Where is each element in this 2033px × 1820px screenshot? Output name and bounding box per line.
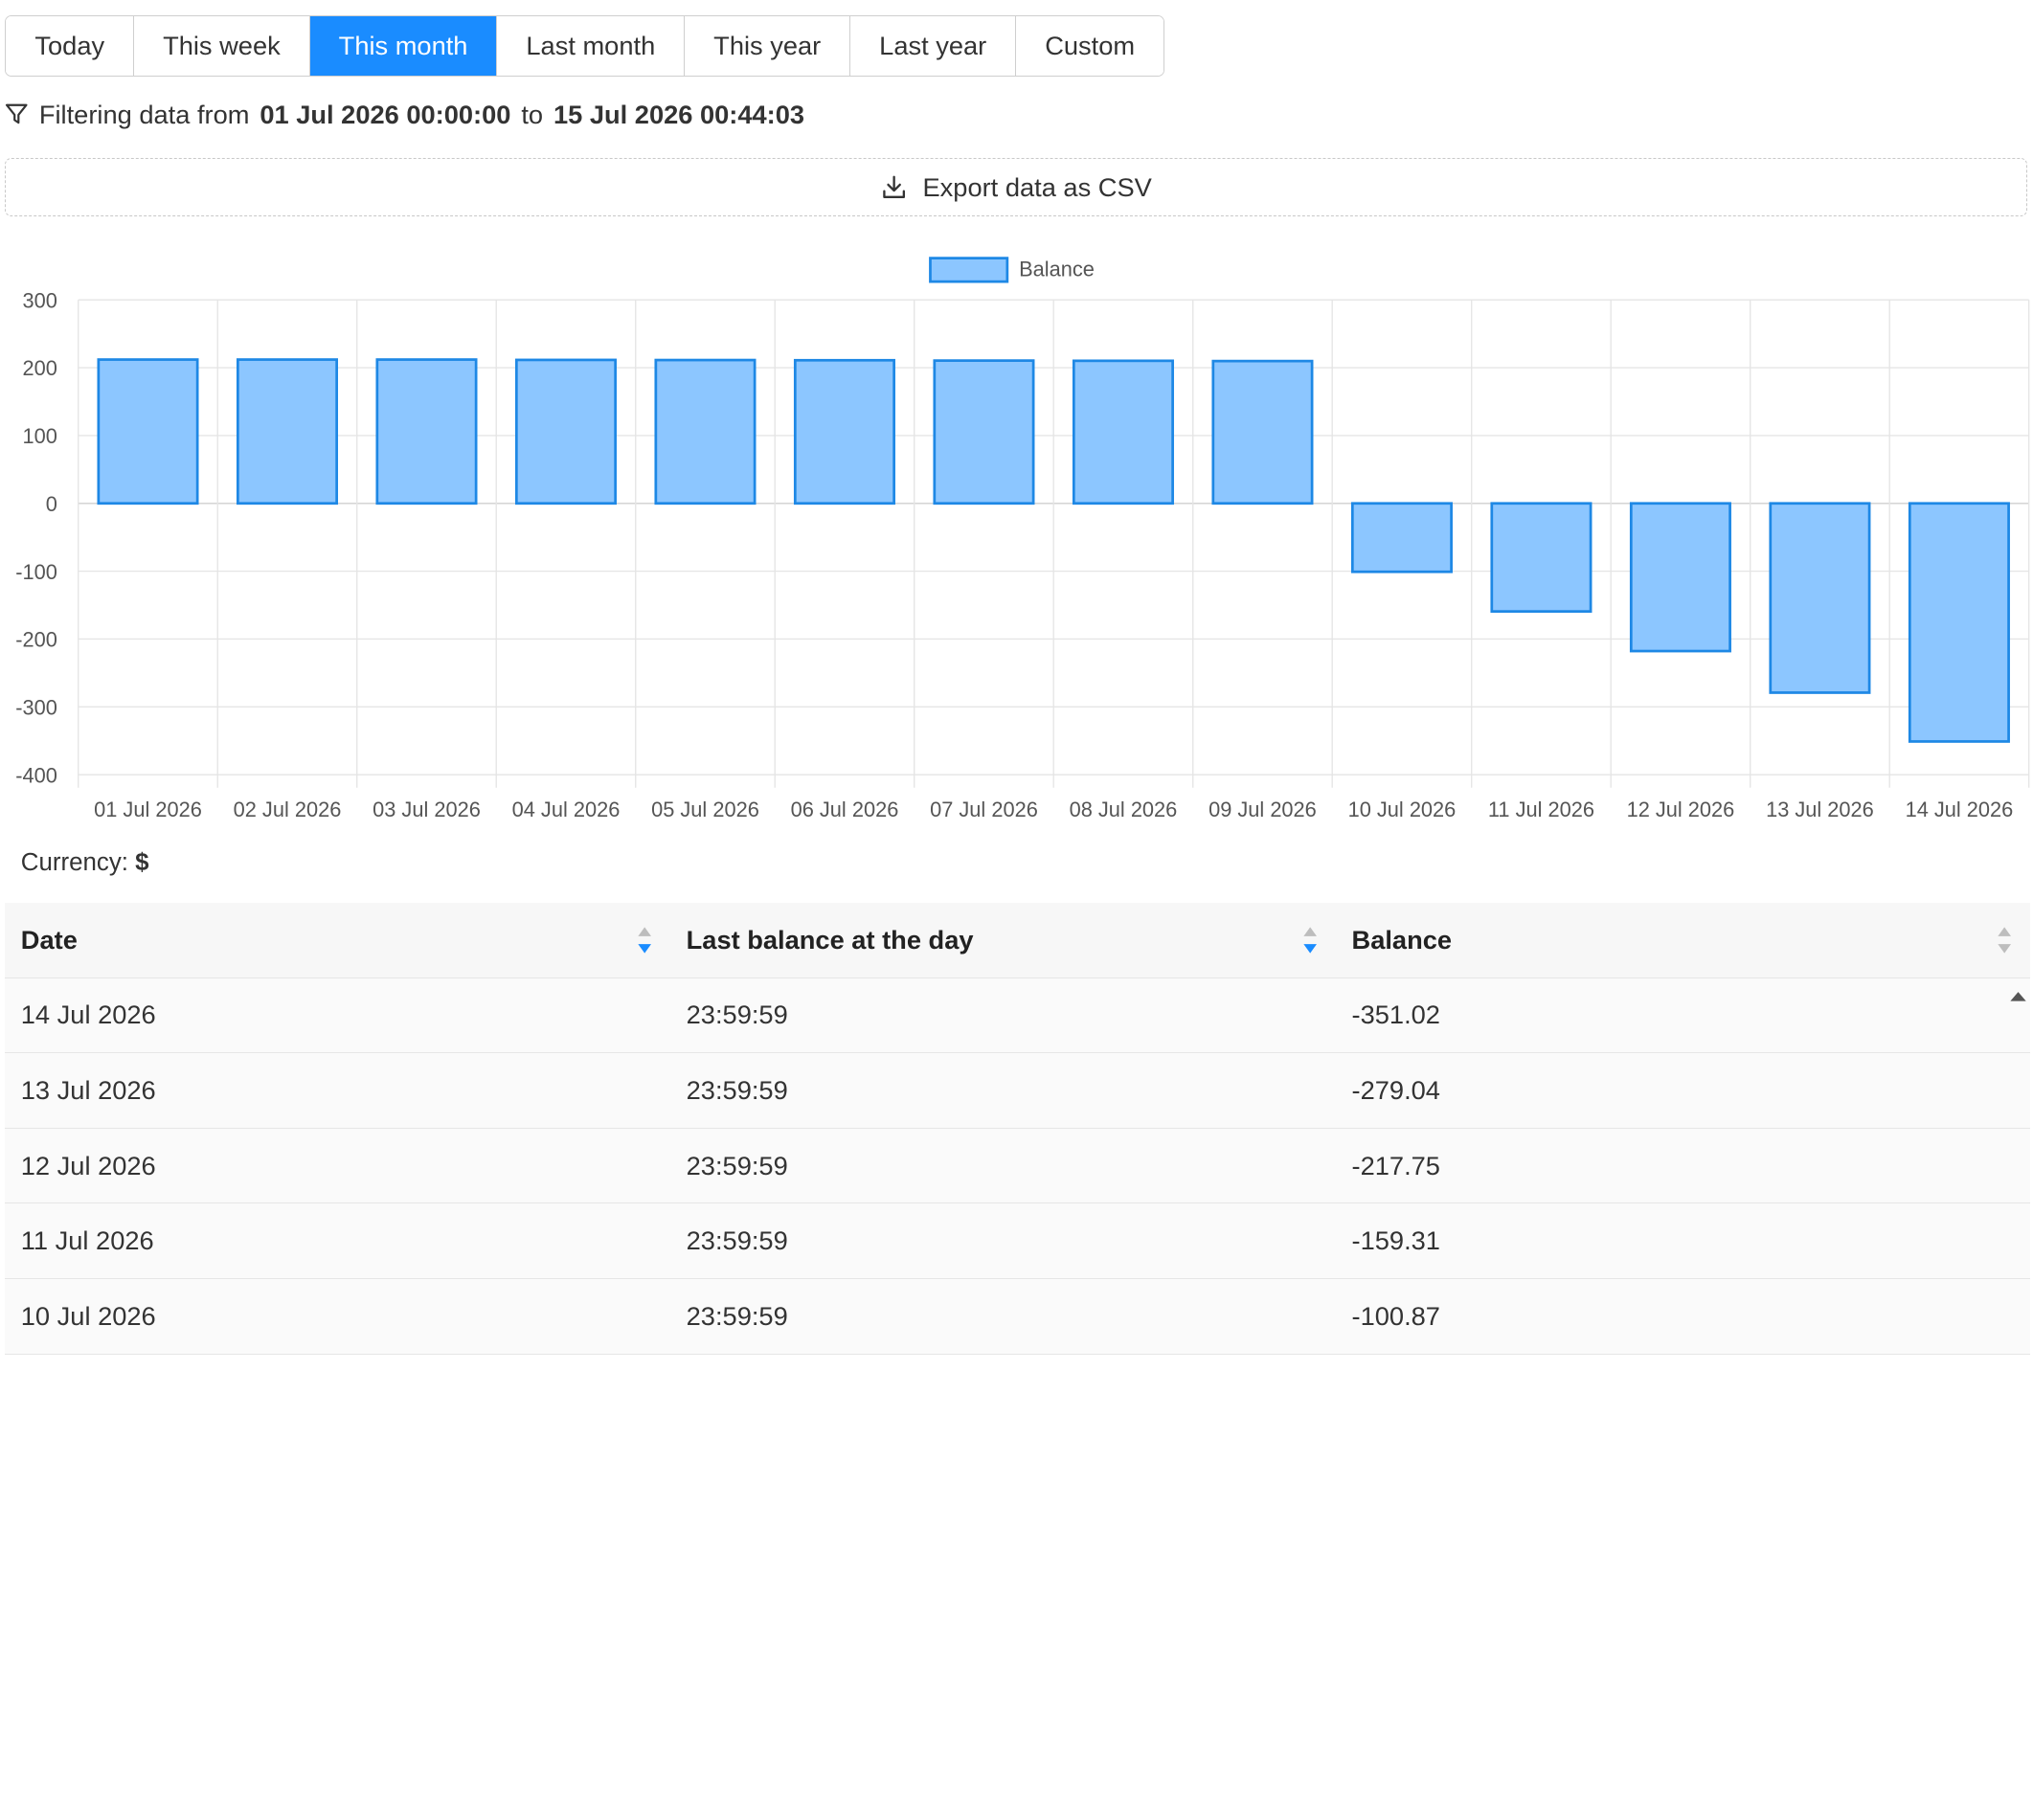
x-tick-label: 04 Jul 2026 <box>512 798 621 821</box>
x-tick-label: 14 Jul 2026 <box>1906 798 2014 821</box>
x-tick-label: 13 Jul 2026 <box>1766 798 1874 821</box>
column-header-balance[interactable]: Balance <box>1336 903 2030 977</box>
column-header-label: Balance <box>1351 924 1453 955</box>
x-tick-label: 12 Jul 2026 <box>1627 798 1735 821</box>
chart-bar <box>1769 502 1871 694</box>
cell-time: 23:59:59 <box>686 1300 788 1331</box>
tab-custom[interactable]: Custom <box>1015 16 1164 76</box>
cell-date: 13 Jul 2026 <box>20 1074 156 1105</box>
table-row[interactable]: 14 Jul 2026 23:59:59 -351.02 <box>5 977 2031 1054</box>
table-header: Date Last balance at the day Balance <box>5 902 2031 978</box>
currency-label: Currency: <box>20 848 128 876</box>
funnel-icon <box>6 103 28 124</box>
chart-bar <box>933 359 1035 506</box>
filter-from-date: 01 Jul 2026 00:00:00 <box>260 99 511 129</box>
x-tick-label: 06 Jul 2026 <box>791 798 899 821</box>
y-tick-label: 200 <box>23 356 57 380</box>
filter-summary: Filtering data from 01 Jul 2026 00:00:00… <box>5 100 804 130</box>
y-tick-label: -400 <box>15 763 57 787</box>
cell-balance: -217.75 <box>1351 1150 1440 1180</box>
y-tick-label: -200 <box>15 628 57 652</box>
sort-arrows-icon[interactable] <box>637 926 652 955</box>
y-tick-label: -100 <box>15 560 57 584</box>
cell-balance: -159.31 <box>1351 1225 1440 1256</box>
cell-date: 12 Jul 2026 <box>20 1150 156 1180</box>
cell-time: 23:59:59 <box>686 1074 788 1105</box>
table-body: 14 Jul 2026 23:59:59 -351.02 13 Jul 2026… <box>5 977 2031 1355</box>
legend-label: Balance <box>1019 258 1095 281</box>
y-tick-label: 0 <box>46 492 57 516</box>
x-tick-label: 02 Jul 2026 <box>234 798 342 821</box>
tab-today[interactable]: Today <box>6 16 134 76</box>
chart-bar <box>1629 502 1731 653</box>
cell-balance: -279.04 <box>1351 1074 1440 1105</box>
x-tick-label: 11 Jul 2026 <box>1488 798 1594 821</box>
y-tick-label: -300 <box>15 696 57 720</box>
balance-table: Date Last balance at the day Balance 14 … <box>5 902 2031 1355</box>
tab-this-week[interactable]: This week <box>133 16 309 76</box>
sort-arrows-icon[interactable] <box>1997 926 2012 955</box>
filter-to-date: 15 Jul 2026 00:44:03 <box>553 99 805 129</box>
x-tick-label: 10 Jul 2026 <box>1348 798 1457 821</box>
cell-time: 23:59:59 <box>686 1150 788 1180</box>
chart-bar <box>793 359 895 506</box>
column-header-last-balance-time[interactable]: Last balance at the day <box>670 903 1336 977</box>
chart-bar <box>1072 359 1174 506</box>
x-tick-label: 07 Jul 2026 <box>930 798 1038 821</box>
cell-date: 14 Jul 2026 <box>20 1000 156 1030</box>
column-header-date[interactable]: Date <box>5 903 670 977</box>
legend-swatch <box>929 257 1009 283</box>
y-tick-label: 100 <box>23 424 57 448</box>
currency-indicator: Currency: $ <box>21 849 149 877</box>
x-tick-label: 05 Jul 2026 <box>651 798 759 821</box>
x-tick-label: 01 Jul 2026 <box>94 798 202 821</box>
x-tick-label: 03 Jul 2026 <box>373 798 481 821</box>
balance-report-page: Today This week This month Last month Th… <box>0 0 2033 1820</box>
cell-balance: -100.87 <box>1351 1300 1440 1331</box>
cell-date: 10 Jul 2026 <box>20 1300 156 1331</box>
chart-bar <box>1490 502 1593 614</box>
tab-this-year[interactable]: This year <box>684 16 850 76</box>
chart-bar <box>654 358 757 506</box>
balance-bar-chart: 300 200 100 0 -100 -200 -300 -400 01 Jul 2026 02 … <box>15 257 2030 821</box>
x-tick-label: 09 Jul 2026 <box>1209 798 1317 821</box>
chart-bar <box>514 358 617 506</box>
table-row[interactable]: 10 Jul 2026 23:59:59 -100.87 <box>5 1279 2031 1355</box>
column-header-label: Last balance at the day <box>686 924 974 955</box>
cell-balance: -351.02 <box>1351 1000 1440 1030</box>
chart-bar <box>1350 502 1453 573</box>
cell-time: 23:59:59 <box>686 1225 788 1256</box>
scrollbar-up-button[interactable] <box>2005 978 2030 1031</box>
chart-bar <box>1211 359 1314 506</box>
date-range-tabs: Today This week This month Last month Th… <box>5 15 1165 77</box>
download-icon <box>883 175 905 198</box>
chart-bar <box>375 358 478 506</box>
table-row[interactable]: 11 Jul 2026 23:59:59 -159.31 <box>5 1203 2031 1280</box>
sort-arrows-icon[interactable] <box>1302 926 1318 955</box>
y-tick-label: 300 <box>23 289 57 313</box>
export-label: Export data as CSV <box>922 171 1152 202</box>
currency-symbol: $ <box>135 848 149 876</box>
filter-joiner: to <box>521 99 544 129</box>
tab-last-month[interactable]: Last month <box>496 16 685 76</box>
cell-date: 11 Jul 2026 <box>20 1225 154 1256</box>
tab-last-year[interactable]: Last year <box>849 16 1016 76</box>
scroll-up-arrow-icon <box>2009 992 2026 1002</box>
table-row[interactable]: 13 Jul 2026 23:59:59 -279.04 <box>5 1053 2031 1129</box>
chart-bar <box>236 358 339 506</box>
x-tick-label: 08 Jul 2026 <box>1070 798 1178 821</box>
cell-time: 23:59:59 <box>686 1000 788 1030</box>
export-csv-button[interactable]: Export data as CSV <box>5 157 2028 217</box>
filter-prefix: Filtering data from <box>38 99 250 129</box>
chart-bar <box>97 358 199 506</box>
column-header-label: Date <box>20 924 78 955</box>
tab-this-month[interactable]: This month <box>308 16 497 76</box>
table-row[interactable]: 12 Jul 2026 23:59:59 -217.75 <box>5 1128 2031 1204</box>
chart-bar <box>1908 502 2010 743</box>
